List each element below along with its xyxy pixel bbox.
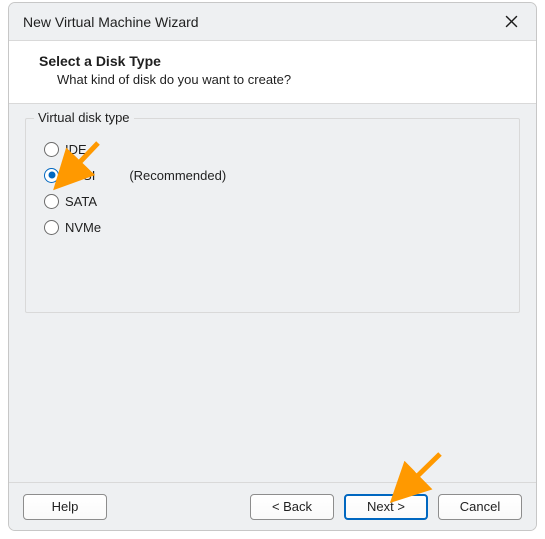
group-legend: Virtual disk type xyxy=(34,110,134,125)
radio-option-ide[interactable]: IDE xyxy=(44,137,505,161)
radio-icon xyxy=(44,142,59,157)
close-icon xyxy=(505,15,518,28)
disk-type-group: Virtual disk type IDE SCSI (Recommended)… xyxy=(25,118,520,313)
radio-option-sata[interactable]: SATA xyxy=(44,189,505,213)
close-button[interactable] xyxy=(498,9,524,35)
wizard-content: Virtual disk type IDE SCSI (Recommended)… xyxy=(9,104,536,482)
radio-label: SCSI xyxy=(65,168,95,183)
wizard-dialog: New Virtual Machine Wizard Select a Disk… xyxy=(8,2,537,531)
wizard-footer: Help < Back Next > Cancel xyxy=(9,482,536,530)
radio-label: IDE xyxy=(65,142,87,157)
next-button[interactable]: Next > xyxy=(344,494,428,520)
page-title: Select a Disk Type xyxy=(39,53,516,69)
titlebar: New Virtual Machine Wizard xyxy=(9,3,536,41)
page-subtitle: What kind of disk do you want to create? xyxy=(39,72,516,87)
window-title: New Virtual Machine Wizard xyxy=(23,14,199,30)
cancel-button[interactable]: Cancel xyxy=(438,494,522,520)
radio-label: NVMe xyxy=(65,220,101,235)
wizard-header: Select a Disk Type What kind of disk do … xyxy=(9,41,536,104)
radio-option-scsi[interactable]: SCSI (Recommended) xyxy=(44,163,505,187)
radio-icon xyxy=(44,220,59,235)
back-button[interactable]: < Back xyxy=(250,494,334,520)
radio-icon xyxy=(44,194,59,209)
help-button[interactable]: Help xyxy=(23,494,107,520)
recommended-label: (Recommended) xyxy=(129,168,226,183)
radio-icon xyxy=(44,168,59,183)
radio-option-nvme[interactable]: NVMe xyxy=(44,215,505,239)
radio-label: SATA xyxy=(65,194,97,209)
